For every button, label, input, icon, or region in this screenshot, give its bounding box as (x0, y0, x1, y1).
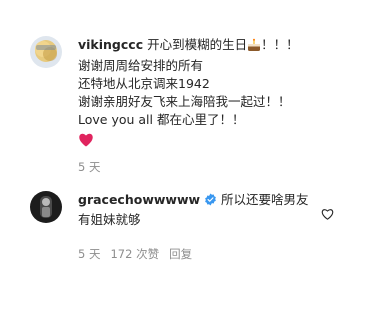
like-heart-icon[interactable] (321, 205, 334, 224)
comment-line: 谢谢亲朋好友飞来上海陪我一起过！！ (78, 94, 291, 109)
username-link[interactable]: vikingccc (78, 37, 143, 52)
comment-vikingccc: vikingccc 开心到模糊的生日 ！！！ 谢谢周周给安排的所有 还特地从北京调… (30, 36, 354, 174)
comment-meta: 5 天 (78, 159, 100, 175)
heart-emoji-icon (78, 132, 354, 148)
comment-line: ！！！ (261, 37, 299, 52)
comment-text: vikingccc 开心到模糊的生日 ！！！ 谢谢周周给安排的所有 还特地从北京调… (78, 36, 354, 129)
likes-count[interactable]: 172 次赞 (110, 246, 159, 262)
avatar-gracechowwwww[interactable] (30, 191, 62, 223)
timestamp[interactable]: 5 天 (78, 246, 100, 262)
cake-emoji-icon (247, 38, 261, 57)
avatar-image (30, 191, 62, 223)
comment-meta: 5 天 172 次赞 回复 (78, 246, 192, 262)
comment-line: 还特地从北京调来1942 (78, 76, 210, 91)
avatar-image (30, 36, 62, 68)
comment-gracechowwwww: gracechowwwww 所以还要啥男友 有姐妹就够 5 天 172 次赞 回… (30, 191, 354, 261)
reply-button[interactable]: 回复 (169, 246, 192, 262)
comment-text: gracechowwwww 所以还要啥男友 有姐妹就够 (78, 191, 314, 229)
comment-line: 开心到模糊的生日 (147, 37, 248, 52)
timestamp[interactable]: 5 天 (78, 159, 100, 175)
username-link[interactable]: gracechowwwww (78, 192, 200, 207)
verified-badge-icon (204, 193, 217, 211)
avatar-vikingccc[interactable] (30, 36, 62, 68)
comment-line: Love you all 都在心里了！！ (78, 112, 245, 127)
comment-line: 谢谢周周给安排的所有 (78, 58, 204, 73)
